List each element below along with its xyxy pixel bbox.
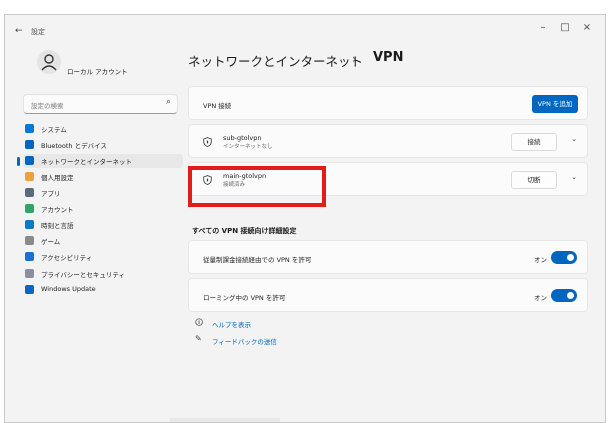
sidebar-item-label: ネットワークとインターネット [41,158,132,166]
update-icon [25,285,34,294]
vpn-name: sub-gtolvpn [223,134,262,142]
bluetooth-icon [25,140,34,149]
toggle-knob [567,254,574,261]
feedback-icon: ✎ [195,334,202,343]
vpn-item-sub-gtolvpn[interactable]: sub-gtolvpn インターネットなし 接続 ⌄ [188,124,588,158]
page-title: VPN [373,50,404,65]
gamepad-icon [25,236,34,245]
window-title: 設定 [31,28,45,36]
sidebar-item[interactable]: プライバシーとセキュリティ [23,267,183,281]
sidebar-item[interactable]: 時刻と言語 [23,218,183,232]
vpn-connections-card: VPN 接続 VPN を追加 [188,86,588,120]
toggle-knob [567,292,574,299]
sidebar-item-label: Bluetooth とデバイス [41,142,107,150]
help-link[interactable]: ヘルプを表示 [212,319,251,329]
sidebar-item-label: アプリ [41,190,61,198]
back-arrow-icon[interactable]: ← [15,26,23,36]
roaming-vpn-setting: ローミング中の VPN を許可 オン [188,278,588,312]
chevron-down-icon[interactable]: ⌄ [571,135,577,143]
connect-button[interactable]: 接続 [511,133,557,151]
screenshot-canvas: ← 設定 – □ × ローカル アカウント 設定の検索 ⌕ システム Blueto… [0,0,611,423]
sidebar-item[interactable]: アカウント [23,202,183,216]
metered-vpn-toggle[interactable] [551,251,577,264]
search-placeholder: 設定の検索 [31,102,64,110]
person-icon [25,204,34,213]
brush-icon [25,172,34,181]
search-input[interactable]: 設定の検索 ⌕ [23,94,178,114]
vpn-shield-icon [203,137,212,147]
account-name: ローカル アカウント [67,68,128,76]
advanced-settings-title: すべての VPN 接続向け詳細設定 [192,227,297,235]
sidebar-item-label: 個人用設定 [41,174,74,182]
help-icon: 🛈 [195,318,204,327]
roaming-vpn-toggle[interactable] [551,289,577,302]
breadcrumb-separator-icon: › [352,52,357,66]
person-icon [41,54,57,71]
avatar[interactable] [37,50,61,74]
maximize-button[interactable]: □ [555,21,575,35]
active-indicator [17,157,20,166]
sidebar-item[interactable]: Bluetooth とデバイス [23,138,183,152]
sidebar-item-label: 時刻と言語 [41,222,74,230]
sidebar-item-label: ゲーム [41,238,61,246]
wifi-icon [25,156,34,165]
sidebar-item[interactable]: ネットワークとインターネット [17,154,183,168]
shield-icon [25,269,34,278]
sidebar-item[interactable]: アプリ [23,186,183,200]
toggle-state: オン [534,294,547,302]
disconnect-button[interactable]: 切断 [511,171,557,189]
metered-vpn-setting: 従量制課金接続経由での VPN を許可 オン [188,240,588,274]
setting-label: 従量制課金接続経由での VPN を許可 [203,256,312,264]
sidebar-item-label: アカウント [41,206,74,214]
add-vpn-button[interactable]: VPN を追加 [532,95,578,113]
vpn-status: インターネットなし [223,144,273,150]
accessibility-icon [25,252,34,261]
toggle-state: オン [534,256,547,264]
sidebar-item-label: Windows Update [41,285,96,293]
settings-window: ← 設定 – □ × ローカル アカウント 設定の検索 ⌕ システム Blueto… [4,14,606,423]
apps-icon [25,188,34,197]
sidebar-item[interactable]: ゲーム [23,234,183,248]
scroll-region [170,418,280,422]
sidebar-item[interactable]: システム [23,122,183,136]
monitor-icon [25,124,34,133]
highlight-annotation [188,166,326,207]
vpn-connections-label: VPN 接続 [203,102,232,110]
globe-clock-icon [25,220,34,229]
sidebar-item-label: アクセシビリティ [41,254,93,262]
sidebar-item-label: システム [41,126,67,134]
sidebar-item[interactable]: Windows Update [23,283,183,297]
feedback-link[interactable]: フィードバックの送信 [212,336,277,346]
minimize-button[interactable]: – [533,21,553,35]
search-icon: ⌕ [165,97,171,107]
close-button[interactable]: × [577,21,597,35]
sidebar-item[interactable]: 個人用設定 [23,170,183,184]
breadcrumb-parent[interactable]: ネットワークとインターネット [188,51,363,70]
chevron-down-icon[interactable]: ⌄ [571,173,577,181]
sidebar-item[interactable]: アクセシビリティ [23,250,183,264]
setting-label: ローミング中の VPN を許可 [203,294,286,302]
sidebar-item-label: プライバシーとセキュリティ [41,271,125,279]
